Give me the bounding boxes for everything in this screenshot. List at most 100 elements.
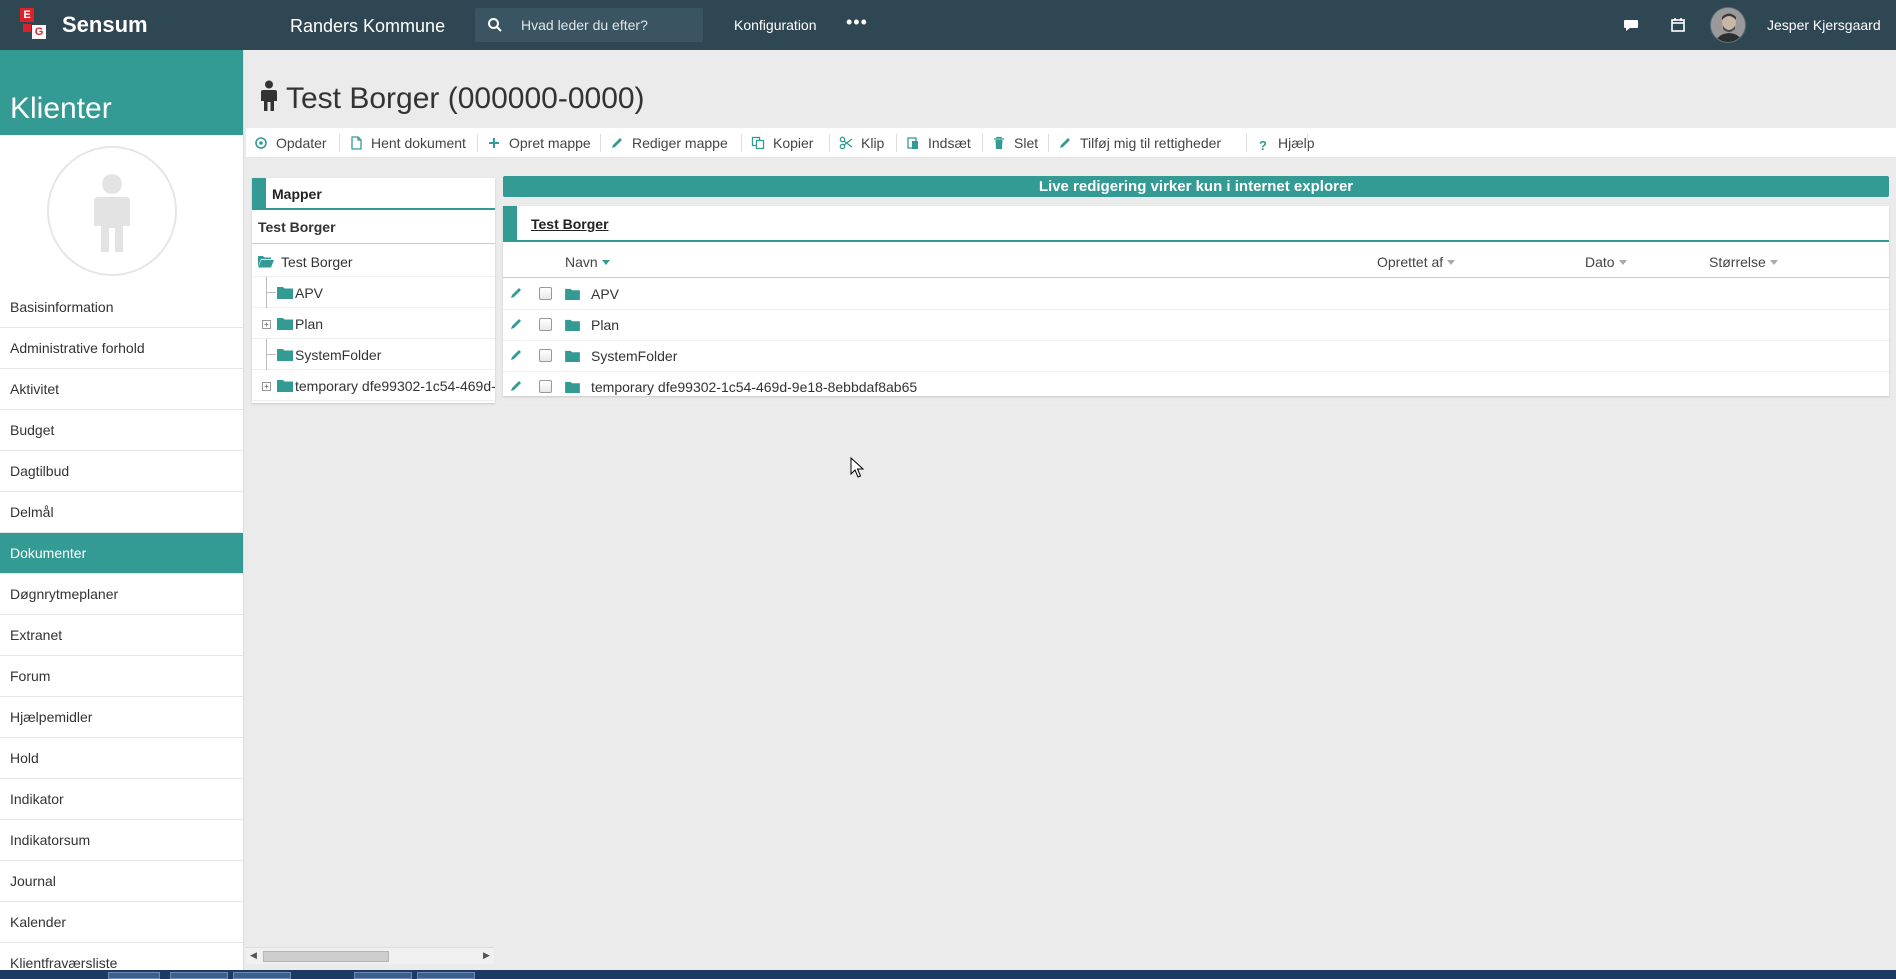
sidebar-item[interactable]: Hold (0, 738, 243, 779)
avatar[interactable] (1710, 7, 1746, 43)
sidebar-item[interactable]: Delmål (0, 492, 243, 533)
file-name[interactable]: temporary dfe99302-1c54-469d-9e18-8ebbda… (591, 379, 917, 395)
divider (1048, 134, 1049, 152)
pencil-icon[interactable] (509, 286, 523, 300)
sidebar-item[interactable]: Dokumenter (0, 533, 243, 574)
refresh-icon (255, 137, 267, 149)
tree-line (266, 292, 276, 293)
sidebar-item[interactable]: Indikator (0, 779, 243, 820)
sidebar-item[interactable]: Basisinformation (0, 287, 243, 328)
file-list-header[interactable]: Test Borger (503, 206, 1889, 242)
divider (982, 134, 983, 152)
sidebar-item[interactable]: Dagtilbud (0, 451, 243, 492)
file-name[interactable]: Plan (591, 317, 619, 333)
tool-label: Opdater (276, 135, 327, 151)
sidebar-item[interactable]: Døgnrytmeplaner (0, 574, 243, 615)
taskbar-button[interactable] (170, 972, 228, 979)
user-photo-icon (1711, 8, 1745, 42)
taskbar-button[interactable] (233, 972, 291, 979)
sidebar-item[interactable]: Kalender (0, 902, 243, 943)
tool-label: Rediger mappe (632, 135, 728, 151)
column-created-by[interactable]: Oprettet af (1377, 254, 1456, 270)
horizontal-scrollbar[interactable]: ◀ ▶ (246, 947, 494, 964)
folder-tree-root-label: Test Borger (252, 210, 495, 244)
chat-icon[interactable] (1623, 17, 1639, 33)
sidebar-item[interactable]: Forum (0, 656, 243, 697)
trash-icon (994, 136, 1004, 149)
divider (477, 134, 478, 152)
column-date[interactable]: Dato (1585, 254, 1627, 270)
row-checkbox[interactable] (539, 380, 552, 393)
brand-name[interactable]: Sensum (62, 12, 148, 38)
sidebar-item[interactable]: Aktivitet (0, 369, 243, 410)
logo-square (23, 24, 31, 32)
column-size[interactable]: Størrelse (1709, 254, 1778, 270)
pencil-icon (612, 138, 622, 148)
copy-icon (751, 136, 765, 150)
add-permissions-button[interactable]: Tilføj mig til rettigheder (1058, 134, 1221, 152)
taskbar-button[interactable] (417, 972, 475, 979)
scroll-thumb[interactable] (263, 951, 389, 962)
edit-folder-button[interactable]: Rediger mappe (610, 134, 728, 152)
taskbar-button[interactable] (354, 972, 412, 979)
pencil-icon[interactable] (509, 379, 523, 393)
pencil-icon (1060, 138, 1070, 148)
expand-icon[interactable]: + (262, 320, 271, 329)
column-name[interactable]: Navn (565, 254, 610, 270)
row-checkbox[interactable] (539, 318, 552, 331)
divider (741, 134, 742, 152)
search-box[interactable] (475, 8, 703, 42)
sort-caret-icon (1618, 260, 1627, 265)
scroll-right-arrow-icon[interactable]: ▶ (483, 950, 490, 961)
help-button[interactable]: ? Hjælp (1246, 134, 1315, 153)
pencil-icon[interactable] (509, 348, 523, 362)
folder-icon (565, 381, 580, 393)
folder-icon (565, 350, 580, 362)
expand-icon[interactable]: + (262, 382, 271, 391)
refresh-button[interactable]: Opdater (254, 134, 327, 152)
more-menu-icon[interactable]: ••• (846, 12, 868, 33)
table-row[interactable]: SystemFolder (503, 341, 1889, 372)
row-checkbox[interactable] (539, 287, 552, 300)
sidebar: Klienter Basisinformation Administrative … (0, 50, 244, 979)
file-name[interactable]: SystemFolder (591, 348, 677, 364)
search-input[interactable] (521, 15, 691, 35)
sidebar-item[interactable]: Extranet (0, 615, 243, 656)
tree-node[interactable]: + temporary dfe99302-1c54-469d-9e18-8ebbd… (252, 370, 495, 401)
folder-icon (565, 288, 580, 300)
calendar-icon[interactable] (1670, 17, 1686, 33)
sidebar-item[interactable]: Indikatorsum (0, 820, 243, 861)
username[interactable]: Jesper Kjersgaard (1767, 17, 1881, 33)
paste-button[interactable]: Indsæt (906, 134, 971, 152)
row-checkbox[interactable] (539, 349, 552, 362)
tool-label: Hent dokument (371, 135, 466, 151)
tree-node[interactable]: APV (252, 277, 495, 308)
cut-button[interactable]: Klip (839, 134, 884, 152)
taskbar-button[interactable] (108, 972, 160, 979)
sidebar-item[interactable]: Budget (0, 410, 243, 451)
delete-button[interactable]: Slet (992, 134, 1038, 152)
folder-tree-header: Mapper (252, 178, 495, 210)
eg-logo[interactable]: E G (20, 8, 50, 40)
table-row[interactable]: APV (503, 279, 1889, 310)
folder-icon (277, 349, 293, 361)
file-name[interactable]: APV (591, 286, 619, 302)
tree-node[interactable]: + Plan (252, 308, 495, 339)
table-row[interactable]: Plan (503, 310, 1889, 341)
tree-node-root[interactable]: Test Borger (252, 246, 495, 277)
sidebar-item[interactable]: Hjælpemidler (0, 697, 243, 738)
page-title-text: Test Borger (000000-0000) (286, 82, 645, 115)
configuration-menu[interactable]: Konfiguration (734, 17, 817, 33)
plus-icon (489, 138, 499, 148)
scroll-left-arrow-icon[interactable]: ◀ (250, 950, 257, 961)
sidebar-item[interactable]: Journal (0, 861, 243, 902)
tree-node[interactable]: SystemFolder (252, 339, 495, 370)
sidebar-item[interactable]: Administrative forhold (0, 328, 243, 369)
pencil-icon[interactable] (509, 317, 523, 331)
create-folder-button[interactable]: Opret mappe (487, 134, 591, 152)
copy-button[interactable]: Kopier (751, 134, 813, 152)
get-document-button[interactable]: Hent dokument (349, 134, 466, 152)
divider (339, 134, 340, 152)
live-editing-banner: Live redigering virker kun i internet ex… (503, 176, 1889, 197)
table-row[interactable]: temporary dfe99302-1c54-469d-9e18-8ebbda… (503, 372, 1889, 403)
